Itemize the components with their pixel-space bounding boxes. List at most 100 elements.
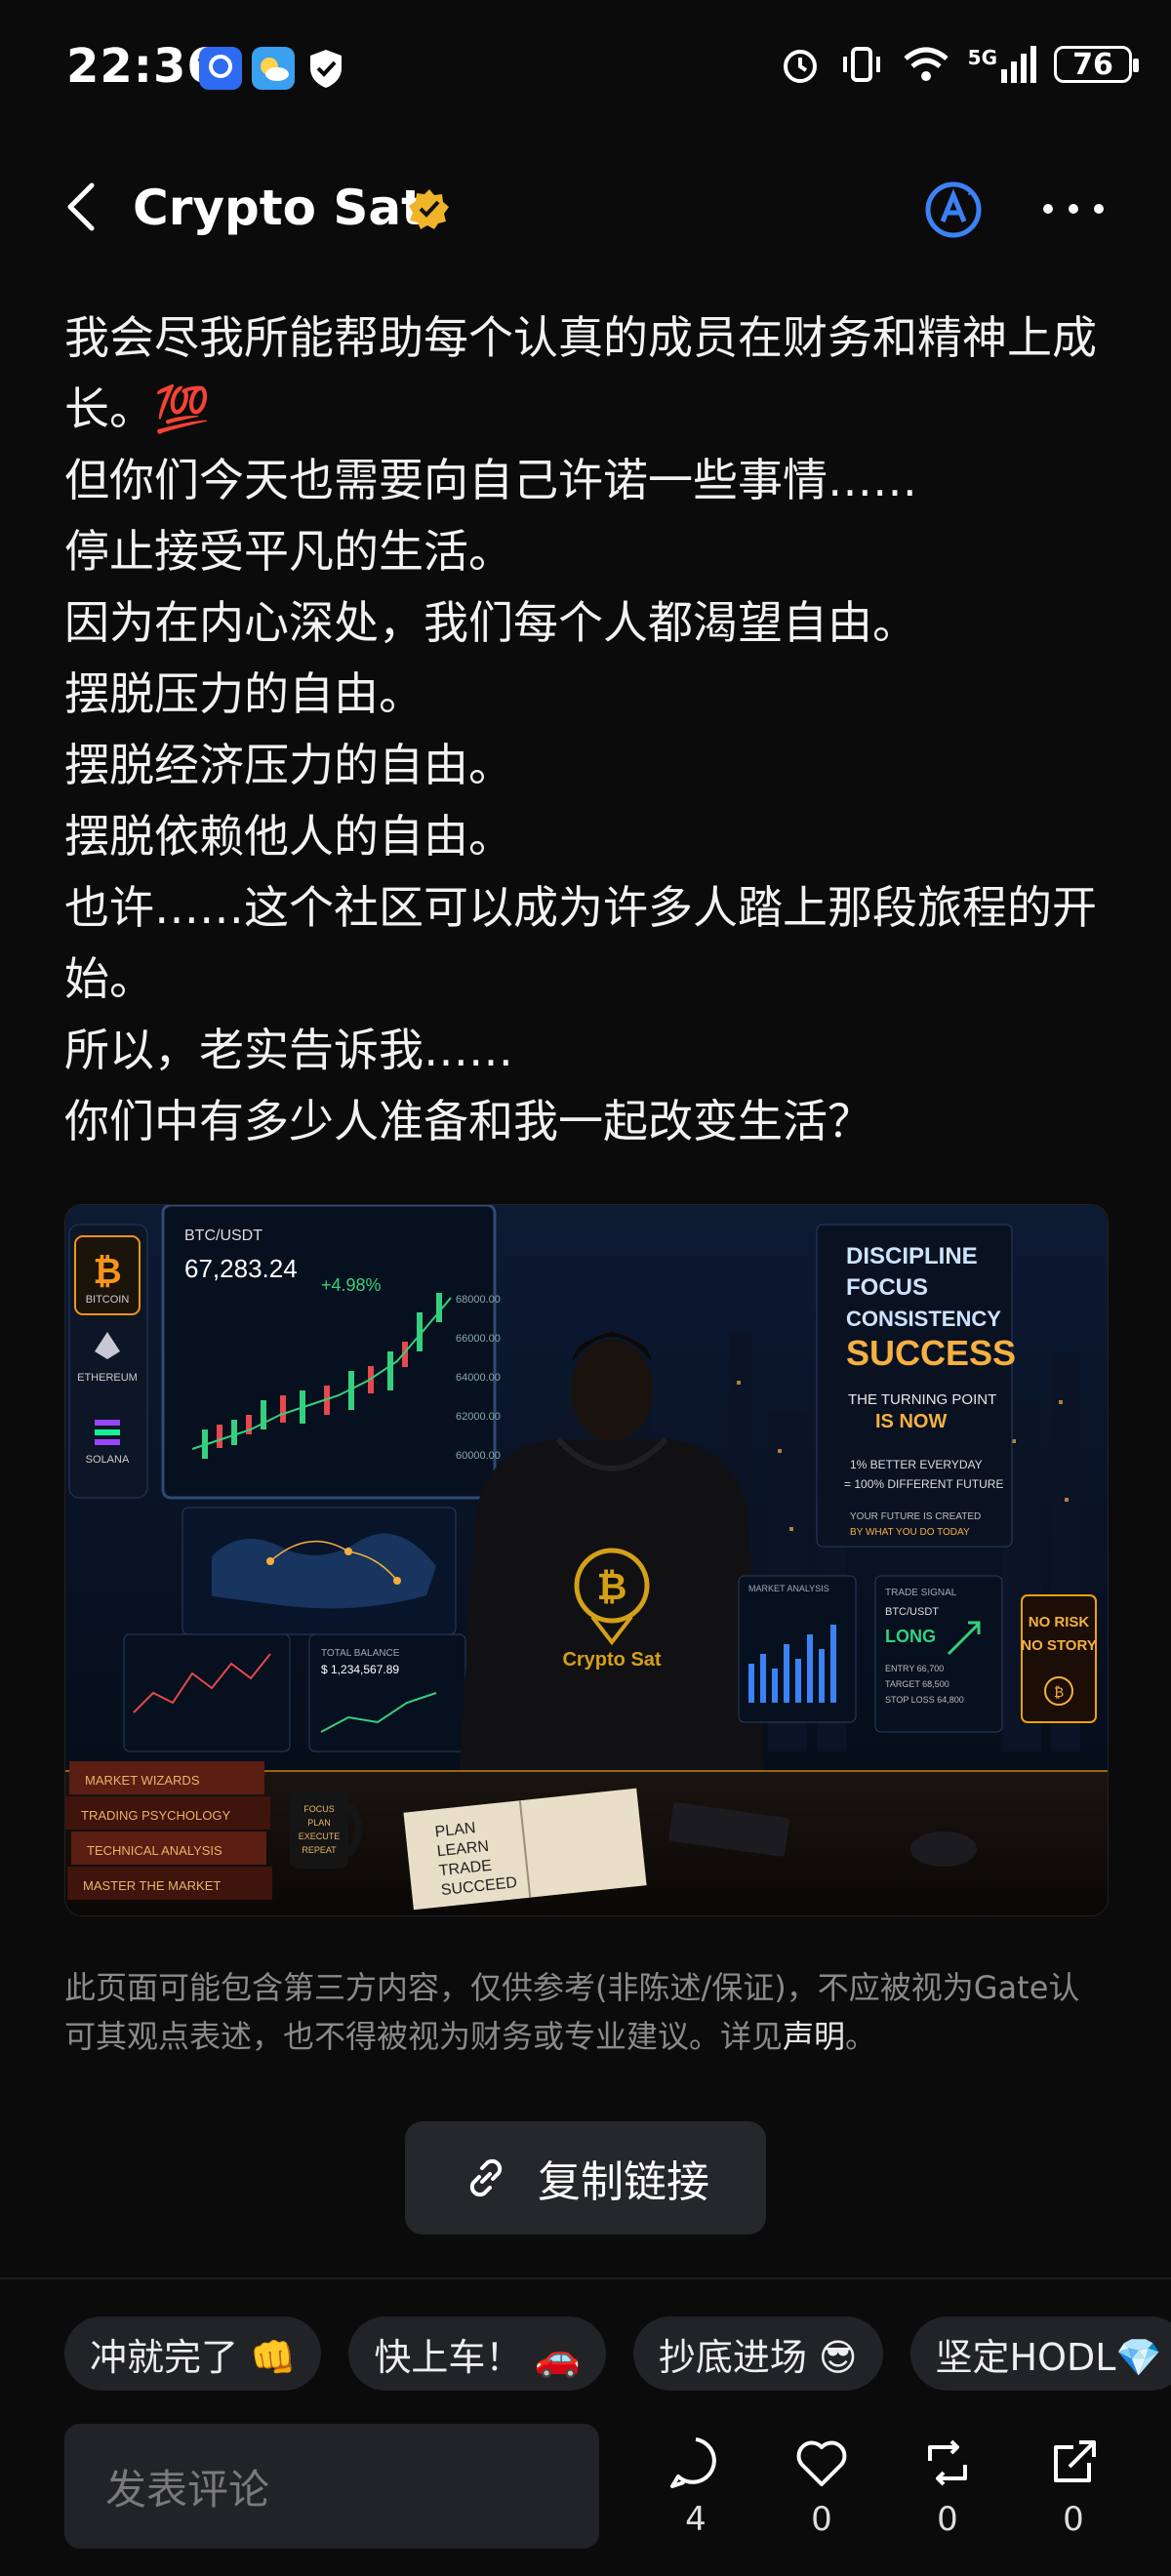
shield-icon — [306, 47, 345, 94]
comment-icon — [670, 2437, 716, 2488]
status-time: 22:36 — [66, 39, 221, 94]
svg-text:68000.00: 68000.00 — [456, 1294, 501, 1306]
svg-text:62000.00: 62000.00 — [456, 1411, 501, 1423]
repost-icon — [928, 2439, 967, 2486]
battery-level: 76 — [1072, 47, 1113, 82]
post-line: 摆脱经济压力的自由。 — [64, 739, 513, 791]
status-bar: 22:36 5G 76 — [0, 0, 1171, 137]
mug-word: FOCUS — [303, 1804, 335, 1814]
svg-text:₿: ₿ — [1054, 1684, 1064, 1700]
comment-placeholder: 发表评论 — [105, 2465, 270, 2514]
post-line: 摆脱依赖他人的自由。 — [64, 810, 513, 863]
share-action[interactable]: 0 — [1030, 2434, 1117, 2551]
post-line: 摆脱压力的自由。 — [64, 667, 424, 720]
link-icon — [469, 2158, 503, 2197]
signal-row: STOP LOSS 64,800 — [885, 1695, 964, 1705]
divider — [0, 2277, 1171, 2279]
book-title: MARKET WIZARDS — [85, 1773, 200, 1788]
coin-label: SOLANA — [86, 1454, 130, 1466]
weather-icon — [252, 47, 295, 90]
board-today: BY WHAT YOU DO TODAY — [850, 1527, 970, 1538]
svg-text:₿: ₿ — [93, 1251, 121, 1291]
post-line: 停止接受平凡的生活。 — [64, 525, 513, 578]
board-turning: THE TURNING POINT — [848, 1391, 996, 1408]
repost-action[interactable]: 0 — [904, 2434, 991, 2551]
translate-button[interactable] — [921, 178, 986, 242]
post-line: 我会尽我所能帮助每个认真的成员在财务和精神上成长。💯 — [64, 311, 1097, 435]
post-header: Crypto Sat — [0, 166, 1171, 254]
board-future: = 100% DIFFERENT FUTURE — [844, 1477, 1003, 1491]
post-line: 因为在内心深处，我们每个人都渴望自由。 — [64, 596, 917, 649]
book-title: TECHNICAL ANALYSIS — [87, 1843, 222, 1858]
copy-link-button[interactable]: 复制链接 — [405, 2121, 766, 2234]
book-title: MASTER THE MARKET — [83, 1878, 221, 1893]
quick-reply-chip[interactable]: 冲就完了 👊 — [64, 2316, 322, 2391]
board-created: YOUR FUTURE IS CREATED — [850, 1511, 981, 1522]
book-title: TRADING PSYCHOLOGY — [81, 1808, 230, 1823]
post-content: 我会尽我所能帮助每个认真的成员在财务和精神上成长。💯 但你们今天也需要向自己许诺… — [64, 302, 1118, 1157]
verified-badge-icon — [408, 187, 451, 230]
svg-text:66000.00: 66000.00 — [456, 1333, 501, 1345]
svg-text:₿: ₿ — [597, 1567, 627, 1608]
norisk-line: NO RISK — [1029, 1614, 1090, 1630]
signal-side: LONG — [885, 1627, 936, 1646]
repost-count: 0 — [937, 2500, 958, 2539]
hoodie-brand: Crypto Sat — [562, 1649, 661, 1670]
coin-label: ETHEREUM — [77, 1372, 138, 1384]
mug-word: EXECUTE — [299, 1831, 341, 1841]
post-line: 但你们今天也需要向自己许诺一些事情…… — [64, 454, 917, 506]
network-type: 5G — [967, 46, 997, 69]
copy-link-label: 复制链接 — [538, 2157, 709, 2207]
comment-input[interactable]: 发表评论 — [64, 2424, 599, 2549]
post-line: 所以，老实告诉我…… — [64, 1024, 513, 1076]
share-icon — [1054, 2440, 1096, 2482]
board-now: IS NOW — [875, 1411, 947, 1432]
disclaimer-end: 。 — [845, 2018, 877, 2055]
author-name[interactable]: Crypto Sat — [133, 180, 424, 236]
back-button[interactable] — [59, 178, 107, 236]
board-word: FOCUS — [846, 1274, 928, 1301]
board-better: 1% BETTER EVERYDAY — [850, 1458, 983, 1471]
svg-text:64000.00: 64000.00 — [456, 1372, 501, 1384]
post-line: 也许……这个社区可以成为许多人踏上那段旅程的开始。 — [64, 881, 1097, 1005]
signal-row: TARGET 68,500 — [885, 1679, 949, 1689]
disclaimer-text: 此页面可能包含第三方内容，仅供参考(非陈述/保证)，不应被视为Gate认可其观点… — [64, 1969, 1080, 2055]
translate-icon — [925, 181, 982, 238]
chart-change: +4.98% — [321, 1275, 382, 1295]
alarm-icon — [783, 50, 817, 83]
mug-word: REPEAT — [302, 1845, 337, 1855]
quick-reply-chip[interactable]: 快上车！ 🚗 — [348, 2316, 606, 2391]
signal-row: ENTRY 66,700 — [885, 1664, 944, 1673]
coin-label: BITCOIN — [86, 1294, 130, 1306]
post-image[interactable]: ₿ BITCOIN ETHEREUM SOLANA BTC/USDT 67,28… — [64, 1204, 1109, 1916]
chart-price: 67,283.24 — [184, 1254, 298, 1283]
balance-label: TOTAL BALANCE — [321, 1648, 400, 1659]
battery-indicator: 76 — [1054, 46, 1139, 83]
quick-reply-chip[interactable]: 坚定HODL💎 — [909, 2316, 1171, 2391]
more-icon — [1043, 204, 1104, 214]
signal-title: TRADE SIGNAL — [885, 1588, 957, 1598]
quick-reply-chip[interactable]: 抄底进场 😎 — [632, 2316, 883, 2391]
disclaimer: 此页面可能包含第三方内容，仅供参考(非陈述/保证)，不应被视为Gate认可其观点… — [64, 1963, 1109, 2061]
post-line: 你们中有多少人准备和我一起改变生活？ — [64, 1095, 872, 1147]
like-action[interactable]: 0 — [778, 2434, 866, 2551]
app-notification-icon — [199, 47, 242, 90]
board-word: DISCIPLINE — [846, 1243, 978, 1269]
svg-text:60000.00: 60000.00 — [456, 1450, 501, 1462]
quick-reply-chips: 冲就完了 👊 快上车！ 🚗 抄底进场 😎 坚定HODL💎 — [64, 2316, 1171, 2391]
status-icons: 5G 76 — [779, 43, 1139, 86]
signal-icon: 5G — [968, 46, 1036, 83]
mug-word: PLAN — [307, 1818, 331, 1828]
board-word: CONSISTENCY — [846, 1307, 1001, 1331]
norisk-line: NO STORY — [1021, 1637, 1097, 1654]
share-count: 0 — [1063, 2500, 1084, 2539]
wifi-icon — [904, 47, 949, 81]
heart-icon — [796, 2440, 847, 2486]
balance-value: $ 1,234,567.89 — [321, 1663, 399, 1676]
board-word: SUCCESS — [846, 1333, 1016, 1373]
statement-link[interactable]: 声明 — [783, 2018, 845, 2055]
comment-action[interactable]: 4 — [652, 2434, 740, 2551]
more-button[interactable] — [1034, 180, 1112, 238]
comment-count: 4 — [685, 2500, 707, 2539]
market-label: MARKET ANALYSIS — [748, 1584, 829, 1593]
